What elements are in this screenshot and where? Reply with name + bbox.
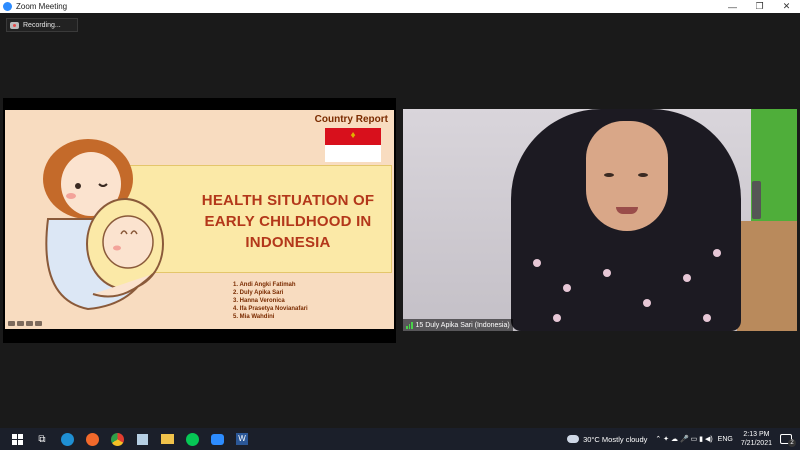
windows-taskbar: ⧉ W 30°C Mostly cloudy ⌃ ✦ ☁ 🎤 ▭ ▮ ◀) EN… [0, 428, 800, 450]
hijab-pattern [643, 299, 651, 307]
meeting-stage: Recording... Country Report ♦ HEALTH SIT… [0, 13, 800, 428]
participant-video[interactable]: 15 Duly Apika Sari (Indonesia) [403, 109, 797, 331]
hijab-pattern [563, 284, 571, 292]
recording-icon [10, 21, 19, 29]
participant-face [586, 121, 668, 231]
file-explorer-icon[interactable] [159, 432, 175, 446]
hijab-pattern [533, 259, 541, 267]
garuda-emblem-icon: ♦ [350, 130, 356, 141]
country-report-label: Country Report [314, 114, 388, 125]
prev-slide-icon[interactable] [8, 321, 15, 326]
window-controls: — ❐ ✕ [719, 0, 800, 13]
title-bar: Zoom Meeting — ❐ ✕ [0, 0, 800, 13]
connection-signal-icon [406, 321, 413, 329]
hijab-pattern [683, 274, 691, 282]
video-background-shelf [737, 221, 797, 331]
mother-baby-illustration [43, 139, 164, 311]
task-view-icon[interactable]: ⧉ [34, 432, 50, 446]
clock[interactable]: 2:13 PM 7/21/2021 [741, 430, 772, 448]
restore-button[interactable]: ❐ [746, 0, 773, 13]
firefox-icon[interactable] [84, 432, 100, 446]
hijab-pattern [553, 314, 561, 322]
screen-share-panel[interactable]: Country Report ♦ HEALTH SITUATION OF EAR… [3, 98, 396, 343]
video-background-cup [752, 181, 761, 219]
language-indicator[interactable]: ENG [718, 436, 733, 443]
hijab-pattern [603, 269, 611, 277]
hijab-pattern [713, 249, 721, 257]
author-item: 4. Ifa Prasetya Novianafari [233, 306, 308, 312]
next-slide-icon[interactable] [35, 321, 42, 326]
indonesia-flag: ♦ [325, 128, 381, 162]
slide-nav-controls[interactable] [8, 321, 42, 326]
slide-title: HEALTH SITUATION OF EARLY CHILDHOOD IN I… [201, 192, 375, 251]
edge-icon[interactable] [59, 432, 75, 446]
author-item: 5. Mia Wahdini [233, 314, 275, 320]
minimize-button[interactable]: — [719, 0, 746, 13]
participant-name: 15 Duly Apika Sari (Indonesia) [415, 321, 510, 329]
clock-date: 7/21/2021 [740, 440, 772, 447]
system-tray: 30°C Mostly cloudy ⌃ ✦ ☁ 🎤 ▭ ▮ ◀) ENG 2:… [567, 428, 800, 450]
hijab-pattern [703, 314, 711, 322]
author-item: 1. Andi Angki Fatimah [233, 282, 296, 288]
recording-indicator[interactable]: Recording... [6, 18, 78, 32]
menu-icon[interactable] [26, 321, 33, 326]
windows-start-button[interactable] [9, 432, 25, 446]
close-button[interactable]: ✕ [773, 0, 800, 13]
window-title: Zoom Meeting [16, 2, 68, 11]
cloud-icon[interactable] [567, 435, 580, 443]
clock-time: 2:13 PM [743, 431, 770, 438]
presentation-slide: Country Report ♦ HEALTH SITUATION OF EAR… [5, 110, 394, 329]
weather-text[interactable]: 30°C Mostly cloudy [583, 435, 647, 444]
zoom-logo-icon [3, 2, 12, 11]
notification-count: 2 [788, 439, 796, 447]
zoom-taskbar-icon[interactable] [209, 432, 225, 446]
notes-icon[interactable] [134, 432, 150, 446]
word-icon[interactable]: W [234, 432, 250, 446]
tray-icons[interactable]: ⌃ ✦ ☁ 🎤 ▭ ▮ ◀) [655, 435, 712, 443]
author-item: 3. Hanna Veronica [233, 298, 285, 304]
participant-name-tag: 15 Duly Apika Sari (Indonesia) [403, 319, 513, 331]
notification-icon[interactable]: 2 [780, 434, 796, 447]
author-list: 1. Andi Angki Fatimah 2. Duly Apika Sari… [233, 281, 308, 321]
pen-icon[interactable] [17, 321, 24, 326]
recording-label: Recording... [23, 21, 61, 29]
line-icon[interactable] [184, 432, 200, 446]
author-item: 2. Duly Apika Sari [233, 290, 284, 296]
chrome-icon[interactable] [109, 432, 125, 446]
